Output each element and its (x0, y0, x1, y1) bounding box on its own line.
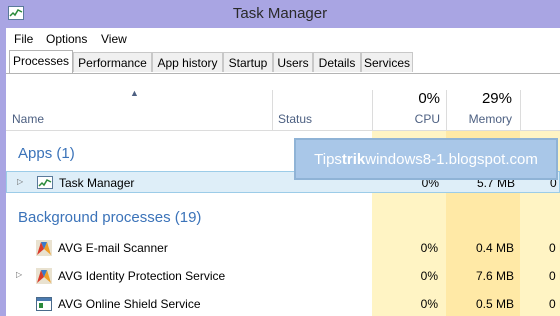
process-disk: 0 M (549, 241, 560, 255)
task-manager-icon (37, 176, 53, 189)
column-header: ▲ Name Status 0% CPU 29% Memory (6, 74, 560, 131)
process-name: Task Manager (59, 176, 135, 190)
sort-ascending-icon[interactable]: ▲ (130, 88, 139, 98)
memory-total-percent: 29% (481, 90, 512, 107)
tab-users[interactable]: Users (273, 52, 313, 72)
process-cpu: 0% (420, 269, 438, 283)
menu-options[interactable]: Options (46, 32, 87, 46)
column-cpu[interactable]: CPU (378, 112, 440, 126)
column-name[interactable]: Name (12, 112, 44, 126)
watermark-bold: trik (341, 151, 366, 168)
group-apps[interactable]: Apps (1) (18, 145, 75, 162)
menu-file[interactable]: File (14, 32, 33, 46)
process-name: AVG Online Shield Service (58, 297, 201, 311)
watermark-text: Tipstrikwindows8-1.blogspot.com (296, 151, 556, 168)
process-cpu: 0% (420, 241, 438, 255)
tab-services[interactable]: Services (361, 52, 413, 72)
menu-view[interactable]: View (101, 32, 127, 46)
service-window-icon (36, 297, 52, 311)
tab-app-history[interactable]: App history (152, 52, 223, 72)
tab-processes[interactable]: Processes (9, 50, 73, 74)
table-row[interactable]: ▷ AVG Identity Protection Service 0% 7.6… (6, 265, 560, 287)
tab-startup[interactable]: Startup (223, 52, 273, 72)
group-background-processes[interactable]: Background processes (19) (18, 209, 201, 226)
process-disk: 0 M (549, 297, 560, 311)
process-name: AVG E-mail Scanner (58, 241, 168, 255)
watermark-prefix: Tips (314, 151, 342, 168)
menu-bar: File Options View (0, 28, 560, 50)
cpu-total-percent: 0% (418, 90, 440, 107)
process-memory: 0.5 MB (475, 297, 514, 311)
column-separator[interactable] (372, 90, 373, 130)
window-title: Task Manager (232, 5, 328, 22)
avg-icon (36, 240, 52, 256)
watermark-suffix: windows8-1.blogspot.com (365, 151, 538, 168)
column-separator[interactable] (272, 90, 273, 130)
avg-icon (36, 268, 52, 284)
tab-performance[interactable]: Performance (73, 52, 152, 72)
column-separator[interactable] (520, 90, 521, 130)
process-memory: 0.4 MB (475, 241, 514, 255)
column-status[interactable]: Status (278, 112, 312, 126)
tab-details[interactable]: Details (313, 52, 361, 72)
process-name: AVG Identity Protection Service (58, 269, 226, 283)
table-row[interactable]: AVG Online Shield Service 0% 0.5 MB 0 M (6, 293, 560, 315)
expand-arrow-icon[interactable]: ▷ (16, 270, 22, 279)
expand-arrow-icon[interactable]: ▷ (17, 177, 23, 186)
process-disk: 0 M (549, 269, 560, 283)
process-memory: 7.6 MB (475, 269, 514, 283)
table-row[interactable]: AVG E-mail Scanner 0% 0.4 MB 0 M (6, 237, 560, 259)
column-memory[interactable]: Memory (446, 112, 512, 126)
tab-strip: Processes Performance App history Startu… (6, 50, 560, 74)
watermark-banner: Tipstrikwindows8-1.blogspot.com (294, 138, 558, 180)
title-bar[interactable]: Task Manager (0, 0, 560, 28)
process-cpu: 0% (420, 297, 438, 311)
